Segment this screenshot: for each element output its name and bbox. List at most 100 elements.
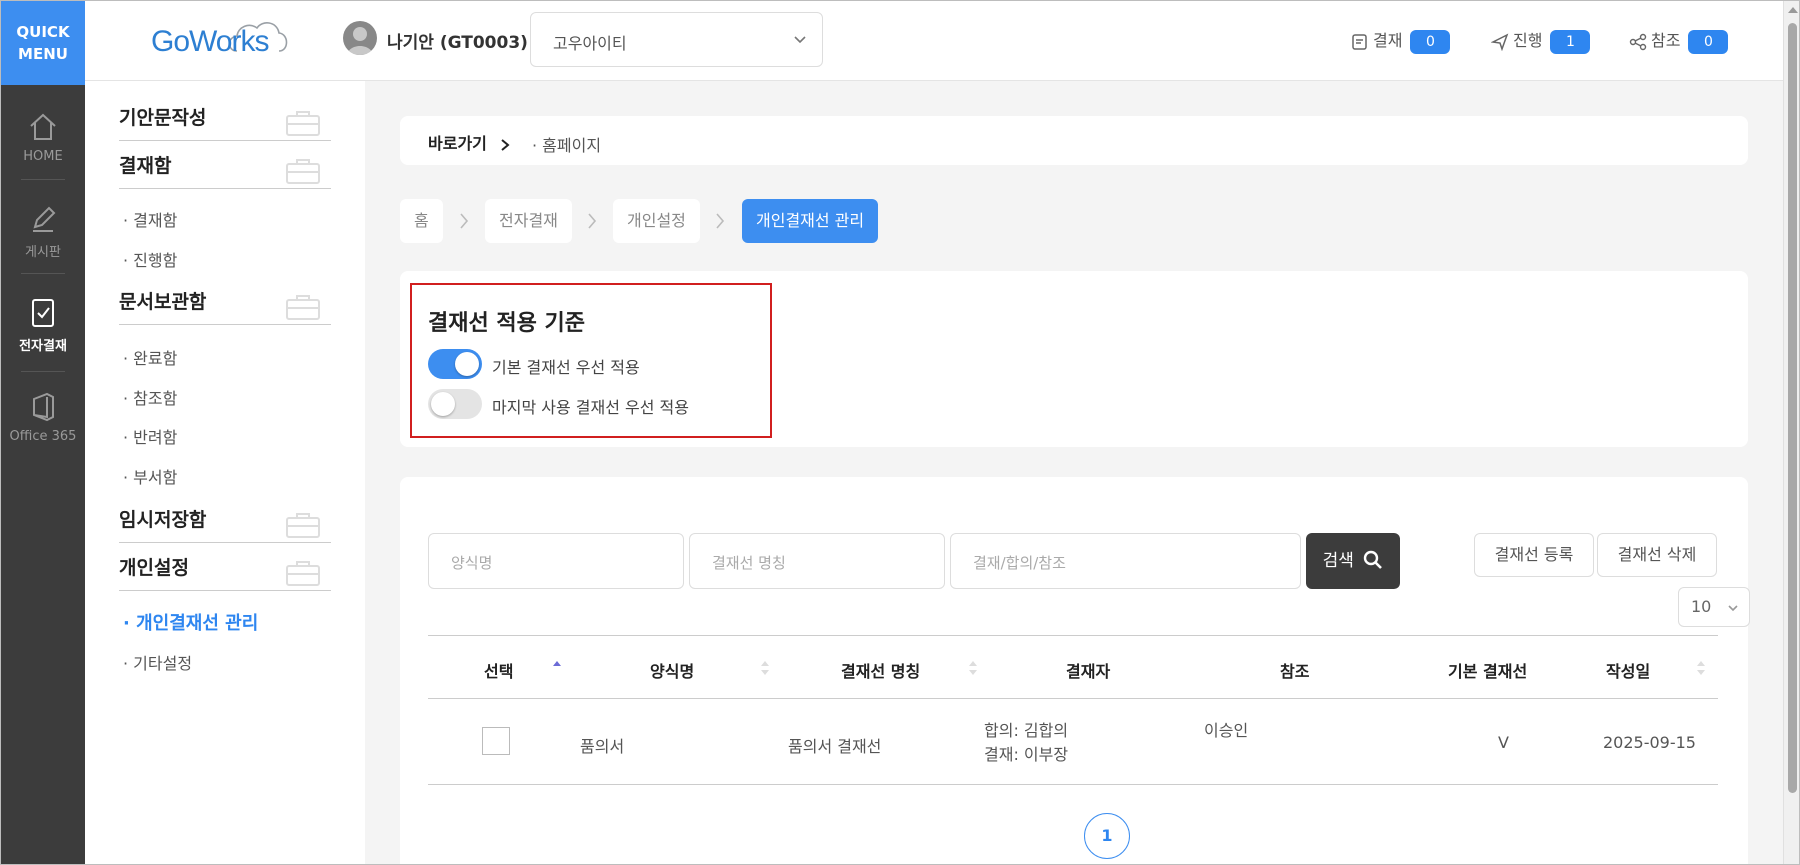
- chevron-right-icon: [716, 213, 725, 229]
- stat-reference-label: 참조: [1651, 31, 1681, 50]
- breadcrumb-current[interactable]: 개인결재선 관리: [742, 199, 879, 243]
- briefcase-icon: [286, 159, 320, 184]
- quick-menu-line1: QUICK: [16, 23, 70, 41]
- table-row: 품의서 품의서 결재선 합의: 김합의 결재: 이부장 이승인 V 2025-0…: [428, 699, 1718, 785]
- sidebar-item-complete[interactable]: · 완료함: [123, 345, 177, 369]
- sort-icon[interactable]: [1696, 660, 1706, 676]
- sidebar-item-personal-line[interactable]: · 개인결재선 관리: [123, 609, 258, 635]
- sidebar-section-personal[interactable]: 개인설정: [119, 553, 331, 591]
- pagination-page-1[interactable]: 1: [1084, 813, 1130, 859]
- shortcut-homepage-link[interactable]: · 홈페이지: [532, 132, 601, 156]
- standard-title: 결재선 적용 기준: [428, 311, 585, 336]
- breadcrumb-approval[interactable]: 전자결재: [485, 199, 572, 243]
- stat-progress-count: 1: [1550, 29, 1591, 54]
- toggle-last-used-line[interactable]: [428, 389, 482, 419]
- stat-approval[interactable]: 결재 0: [1351, 27, 1451, 54]
- sidebar: 기안문작성 결재함 · 결재함 · 진행함 문서보관함 · 완료함 · 참조함 …: [85, 81, 365, 864]
- sidebar-item-label: 완료함: [133, 349, 178, 368]
- approval-icon: [1352, 33, 1367, 50]
- cell-reference: 이승인: [1204, 721, 1249, 740]
- stat-approval-count: 0: [1410, 29, 1451, 54]
- rail-item-home[interactable]: HOME: [1, 93, 85, 185]
- scroll-up-arrow[interactable]: [1788, 7, 1798, 13]
- search-icon: [1364, 550, 1383, 569]
- sidebar-item-label: 기타설정: [133, 654, 193, 673]
- register-line-button[interactable]: 결재선 등록: [1474, 533, 1594, 577]
- share-icon: [1629, 33, 1647, 50]
- rail-divider: [21, 179, 65, 180]
- shortcut-label-text: 바로가기: [428, 134, 487, 153]
- logo[interactable]: GoWorks: [151, 25, 269, 59]
- main-content: 바로가기 · 홈페이지 홈 전자결재 개인설정 개인결재선 관리 결재선 적용 …: [365, 81, 1783, 864]
- chevron-right-icon: [501, 138, 511, 151]
- sidebar-section-temp[interactable]: 임시저장함: [119, 505, 331, 543]
- sort-icon[interactable]: [968, 660, 978, 676]
- delete-line-button[interactable]: 결재선 삭제: [1597, 533, 1717, 577]
- rail-label-board: 게시판: [25, 245, 61, 260]
- toggle-last-used-line-label: 마지막 사용 결재선 우선 적용: [492, 398, 689, 417]
- row-checkbox[interactable]: [482, 727, 510, 755]
- avatar[interactable]: [343, 21, 377, 55]
- sidebar-section-inbox[interactable]: 결재함: [119, 151, 331, 189]
- column-approver: 결재자: [1066, 662, 1111, 681]
- column-line-name[interactable]: 결재선 명칭: [841, 658, 920, 682]
- breadcrumb-personal-settings[interactable]: 개인설정: [613, 199, 700, 243]
- rail-label-office365: Office 365: [9, 429, 77, 444]
- rail-item-approval[interactable]: 전자결재: [1, 279, 85, 371]
- sort-asc-icon[interactable]: [552, 660, 562, 674]
- sidebar-item-progress[interactable]: · 진행함: [123, 247, 177, 271]
- section-label: 결재함: [119, 155, 172, 177]
- column-form-name[interactable]: 양식명: [650, 658, 694, 682]
- form-name-input[interactable]: 양식명: [428, 533, 684, 589]
- highlight-box: 결재선 적용 기준 기본 결재선 우선 적용 마지막 사용 결재선 우선 적용: [410, 283, 772, 438]
- quick-menu-line2: MENU: [18, 45, 68, 63]
- sidebar-item-inbox[interactable]: · 결재함: [123, 207, 177, 231]
- rail-item-board[interactable]: 게시판: [1, 185, 85, 277]
- sidebar-item-reference[interactable]: · 참조함: [123, 385, 177, 409]
- user-name[interactable]: 나기안 (GT0003): [387, 28, 528, 53]
- quick-menu-button[interactable]: QUICK MENU: [1, 1, 85, 85]
- chevron-right-icon: [460, 213, 469, 229]
- sort-icon[interactable]: [760, 660, 770, 676]
- sidebar-item-label: 진행함: [133, 251, 178, 270]
- chevron-right-icon: [588, 213, 597, 229]
- search-button[interactable]: 검색: [1306, 533, 1400, 589]
- column-created-date[interactable]: 작성일: [1606, 658, 1650, 682]
- rail-label-home: HOME: [23, 149, 63, 164]
- stat-reference[interactable]: 참조 0: [1629, 27, 1729, 54]
- approver-input[interactable]: 결재/합의/참조: [950, 533, 1301, 589]
- sidebar-item-rejected[interactable]: · 반려함: [123, 424, 177, 448]
- chevron-down-icon: [1728, 605, 1738, 612]
- briefcase-icon: [286, 561, 320, 586]
- rail-divider: [21, 371, 65, 372]
- top-header: GoWorks 나기안 (GT0003) 고우아이티 결재 0 진행 1 참조 0: [85, 1, 1783, 81]
- sidebar-item-other-settings[interactable]: · 기타설정: [123, 650, 192, 674]
- sidebar-item-department[interactable]: · 부서함: [123, 464, 177, 488]
- sidebar-item-label: 반려함: [133, 428, 178, 447]
- line-name-input[interactable]: 결재선 명칭: [689, 533, 945, 589]
- cell-approver-agree: 합의: 김합의: [984, 721, 1069, 740]
- vertical-scrollbar[interactable]: [1783, 1, 1799, 864]
- stat-progress-label: 진행: [1513, 31, 1543, 50]
- column-select[interactable]: 선택: [484, 658, 513, 682]
- sidebar-section-archive[interactable]: 문서보관함: [119, 287, 331, 325]
- sidebar-item-label: 부서함: [133, 468, 178, 487]
- company-select[interactable]: 고우아이티: [530, 12, 823, 67]
- page-size-select[interactable]: 10: [1678, 587, 1750, 627]
- briefcase-icon: [286, 111, 320, 136]
- rail-divider: [21, 273, 65, 274]
- shortcut-label[interactable]: 바로가기: [428, 130, 512, 154]
- rail-item-office365[interactable]: Office 365: [1, 373, 85, 465]
- shortcut-bar: 바로가기 · 홈페이지: [400, 116, 1748, 165]
- section-label: 기안문작성: [119, 107, 207, 129]
- cell-created-date: 2025-09-15: [1603, 733, 1696, 752]
- office-icon: [33, 392, 54, 422]
- stat-progress[interactable]: 진행 1: [1490, 27, 1591, 54]
- scrollbar-thumb[interactable]: [1788, 23, 1797, 793]
- search-button-label: 검색: [1322, 551, 1354, 571]
- toggle-default-line[interactable]: [428, 349, 482, 379]
- breadcrumb-home[interactable]: 홈: [400, 199, 443, 243]
- sidebar-item-label: 개인결재선 관리: [136, 613, 259, 634]
- left-rail: QUICK MENU HOME 게시판 전자결재 Office 365: [1, 1, 85, 864]
- sidebar-section-draft[interactable]: 기안문작성: [119, 103, 331, 141]
